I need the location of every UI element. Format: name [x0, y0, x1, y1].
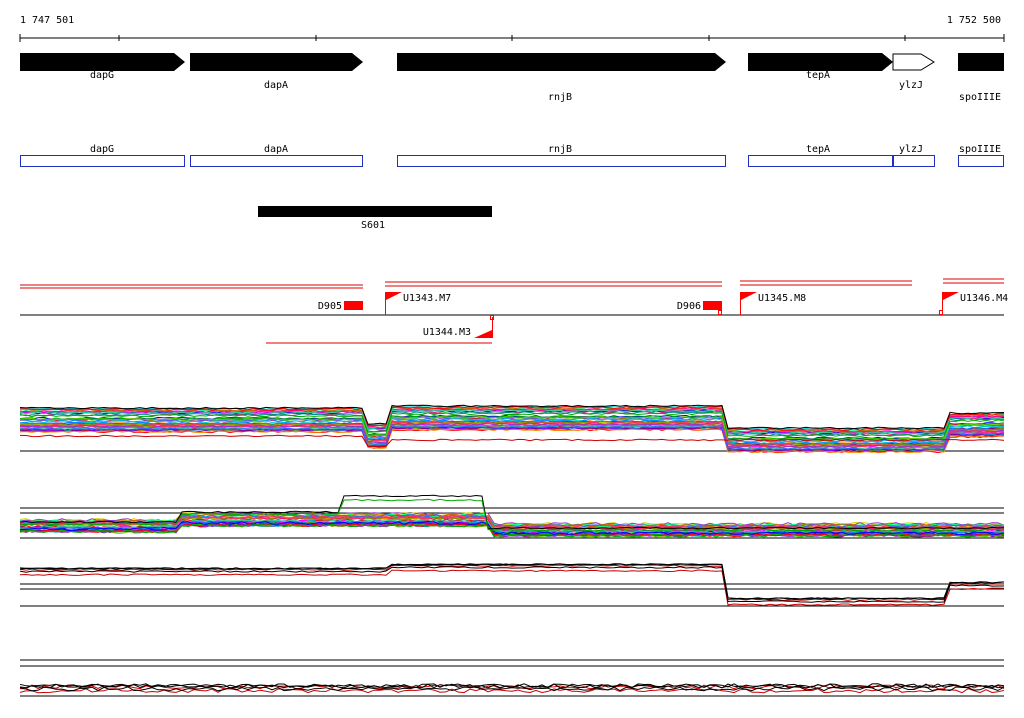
cds-label-ylzJ: ylzJ	[899, 144, 923, 155]
feature-label-U1344.M3: U1344.M3	[423, 327, 471, 338]
expression-track-3	[19, 563, 1005, 607]
gene-track: dapG dapA rnjB tepA ylzJ spoIIIE	[20, 53, 1004, 103]
cds-box-ylzJ[interactable]	[893, 155, 935, 167]
feature-label-D905: D905	[318, 301, 342, 312]
genome-browser-canvas: 1 747 501 1 752 500 dapG dapA rnjB tepA …	[19, 15, 1008, 697]
ruler-end-label: 1 752 500	[947, 15, 1001, 26]
gene-arrow-tepA[interactable]	[748, 53, 893, 71]
coordinate-ruler: 1 747 501 1 752 500	[19, 15, 1005, 42]
gene-label-rnjB: rnjB	[548, 92, 572, 103]
cds-label-dapA: dapA	[264, 144, 288, 155]
segment-bar-S601[interactable]	[258, 206, 492, 217]
gene-arrow-dapA[interactable]	[190, 53, 363, 71]
feature-flag-U1344.M3[interactable]	[474, 330, 492, 338]
cds-label-spoIIIE: spoIIIE	[959, 144, 1001, 155]
cds-label-dapG: dapG	[90, 144, 114, 155]
profile-line	[19, 564, 1005, 601]
feature-block-D906[interactable]	[703, 301, 722, 310]
expression-track-2	[19, 494, 1005, 539]
segment-label-S601: S601	[361, 220, 385, 231]
gene-label-ylzJ: ylzJ	[899, 80, 923, 91]
segment-track: S601	[258, 206, 492, 231]
feature-flag-U1345.M8[interactable]	[741, 292, 757, 300]
gene-arrow-spoIIIE[interactable]	[958, 53, 1004, 71]
cds-label-rnjB: rnjB	[548, 144, 572, 155]
cds-box-tepA[interactable]	[748, 155, 893, 167]
feature-block-D905[interactable]	[344, 301, 363, 310]
feature-label-U1346.M4: U1346.M4	[960, 293, 1008, 304]
feature-label-U1343.M7: U1343.M7	[403, 293, 451, 304]
cds-box-rnjB[interactable]	[397, 155, 726, 167]
gene-label-dapA: dapA	[264, 80, 288, 91]
cds-box-spoIIIE[interactable]	[958, 155, 1004, 167]
cds-label-tepA: tepA	[806, 144, 830, 155]
gene-arrow-rnjB[interactable]	[397, 53, 726, 71]
feature-flag-U1343.M7[interactable]	[386, 292, 402, 300]
expression-track-1	[19, 404, 1005, 454]
expression-track-4	[19, 659, 1005, 697]
ruler-start-label: 1 747 501	[20, 15, 74, 26]
profile-line	[19, 688, 1005, 694]
cds-box-dapA[interactable]	[190, 155, 363, 167]
gene-arrow-dapG[interactable]	[20, 53, 185, 71]
genome-browser-view: 1 747 501 1 752 500 dapG dapA rnjB tepA …	[0, 0, 1024, 714]
feature-label-U1345.M8: U1345.M8	[758, 293, 806, 304]
gene-label-tepA: tepA	[806, 70, 830, 81]
gene-label-dapG: dapG	[90, 70, 114, 81]
cds-box-dapG[interactable]	[20, 155, 185, 167]
profile-line	[19, 563, 1005, 600]
gene-label-spoIIIE: spoIIIE	[959, 92, 1001, 103]
cds-track: dapG dapA rnjB tepA ylzJ spoIIIE	[20, 144, 1004, 167]
feature-label-D906: D906	[677, 301, 701, 312]
feature-marker	[718, 310, 722, 315]
feature-track: D905 U1343.M7 D906 U1345.M8 U1346.M4 U13…	[20, 278, 1008, 344]
gene-arrow-ylzJ[interactable]	[892, 53, 935, 71]
feature-flag-U1346.M4[interactable]	[943, 292, 959, 300]
